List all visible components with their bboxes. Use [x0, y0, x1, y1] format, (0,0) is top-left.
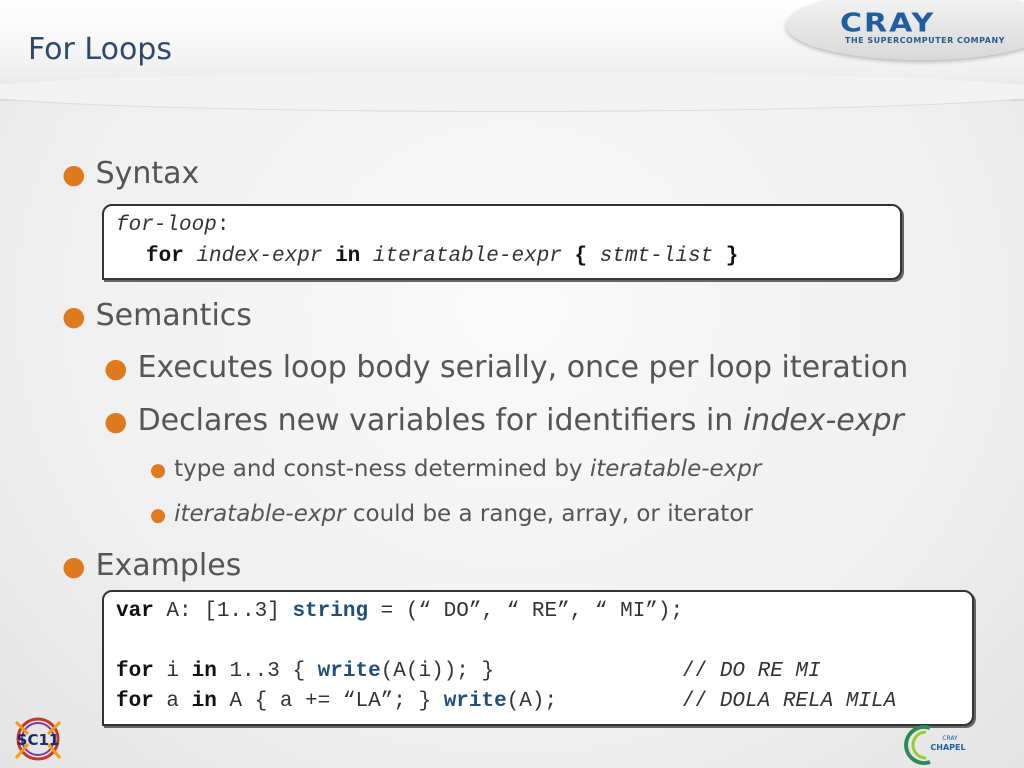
- open-brace: {: [574, 245, 588, 268]
- bullet-sem-2a-em: iteratable-expr: [589, 456, 762, 482]
- sc11-logo-icon: SC11: [14, 717, 62, 761]
- write-keyword: write: [317, 660, 381, 683]
- bullet-sem-1: ● Executes loop body serially, once per …: [104, 350, 908, 385]
- example-line-3-comment: // DOLA RELA MILA: [682, 690, 896, 713]
- example-line-3: for a in A { a += “LA”; } write(A);: [116, 690, 557, 713]
- iteratable-expr-term: iteratable-expr: [372, 245, 562, 268]
- bullet-sem-2-em: index-expr: [742, 403, 904, 438]
- for-keyword: for: [116, 690, 154, 713]
- comment-text: DOLA RELA MILA: [719, 690, 897, 713]
- write-keyword: write: [443, 690, 507, 713]
- example-line-2-mid: 1..3 {: [216, 660, 318, 683]
- comment-text: DO RE MI: [719, 660, 821, 683]
- example-code-box: var A: [1..3] string = (“ DO”, “ RE”, “ …: [102, 590, 974, 726]
- bullet-semantics: ● Semantics: [62, 298, 252, 333]
- in-keyword: in: [191, 660, 217, 683]
- for-loop-term: for-loop: [116, 214, 217, 237]
- bullet-sem-2b: ● iteratable-expr could be a range, arra…: [150, 501, 753, 527]
- syntax-line-1: for-loop:: [116, 214, 229, 237]
- slide-content: ● Syntax for-loop: for index-expr in ite…: [0, 0, 1024, 768]
- example-line-3-mid: A { a += “LA”; }: [216, 690, 444, 713]
- bullet-sem-2-text: Declares new variables for identifiers i…: [137, 403, 743, 438]
- syntax-line-2: for index-expr in iteratable-expr { stmt…: [146, 245, 738, 268]
- example-line-2-comment: // DO RE MI: [682, 660, 821, 683]
- bullet-dot-icon: ●: [104, 406, 128, 437]
- stmt-list-term: stmt-list: [599, 245, 714, 268]
- example-line-3-var: a: [153, 690, 192, 713]
- in-keyword: in: [191, 690, 217, 713]
- bullet-sem-2a: ● type and const-ness determined by iter…: [150, 456, 761, 482]
- bullet-sem-2a-text: type and const-ness determined by: [174, 456, 590, 482]
- bullet-sem-2b-text: could be a range, array, or iterator: [345, 501, 753, 527]
- comment-slash: //: [682, 660, 720, 683]
- bullet-dot-icon: ●: [62, 301, 86, 332]
- for-keyword: for: [146, 245, 184, 268]
- bullet-dot-icon: ●: [104, 353, 128, 384]
- for-keyword: for: [116, 660, 154, 683]
- sc11-logo-text: SC11: [17, 731, 60, 749]
- bullet-examples: ● Examples: [62, 548, 241, 583]
- bullet-dot-icon: ●: [150, 505, 167, 526]
- in-keyword: in: [335, 245, 361, 268]
- bullet-syntax-text: Syntax: [95, 156, 200, 191]
- index-expr-term: index-expr: [196, 245, 323, 268]
- example-line-1-decl: A: [1..3]: [153, 600, 293, 623]
- example-line-2: for i in 1..3 { write(A(i)); }: [116, 660, 494, 683]
- syntax-code-box: for-loop: for index-expr in iteratable-e…: [102, 204, 902, 280]
- example-line-3-rest: (A);: [506, 690, 558, 713]
- bullet-semantics-text: Semantics: [95, 298, 252, 333]
- string-keyword: string: [292, 600, 369, 623]
- bullet-sem-1-text: Executes loop body serially, once per lo…: [137, 350, 909, 385]
- chapel-logo-icon: CRAY CHAPEL: [904, 725, 966, 765]
- bullet-examples-text: Examples: [95, 548, 242, 583]
- example-line-2-rest: (A(i)); }: [380, 660, 495, 683]
- chapel-logo-small-text: CRAY: [942, 735, 958, 742]
- bullet-dot-icon: ●: [62, 159, 86, 190]
- var-keyword: var: [116, 600, 154, 623]
- syntax-colon: :: [216, 214, 230, 237]
- bullet-dot-icon: ●: [62, 551, 86, 582]
- comment-slash: //: [682, 690, 720, 713]
- bullet-sem-2b-em: iteratable-expr: [174, 501, 346, 527]
- example-line-2-var: i: [153, 660, 192, 683]
- close-brace: }: [725, 245, 739, 268]
- bullet-dot-icon: ●: [150, 460, 167, 481]
- bullet-sem-2: ● Declares new variables for identifiers…: [104, 403, 904, 438]
- example-line-1: var A: [1..3] string = (“ DO”, “ RE”, “ …: [116, 600, 683, 623]
- bullet-syntax: ● Syntax: [62, 156, 199, 191]
- chapel-logo-text: CHAPEL: [930, 743, 965, 752]
- example-line-1-rest: = (“ DO”, “ RE”, “ MI”);: [368, 600, 684, 623]
